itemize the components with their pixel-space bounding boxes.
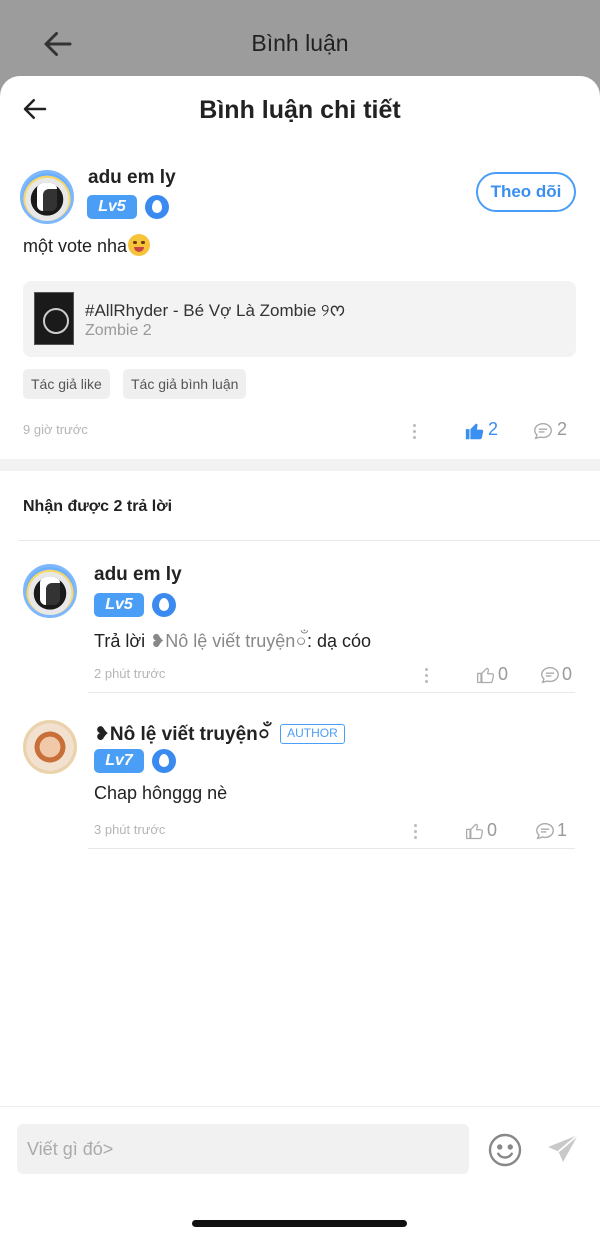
thumbs-up-icon[interactable] [476,665,496,685]
page-title: Bình luận chi tiết [199,96,401,124]
more-dots-icon[interactable] [424,666,430,686]
comment-text-body: một vote nha [23,236,128,256]
avatar[interactable] [23,720,77,774]
reply-text: Trả lời ❥Nô lệ viết truyện০ঁ: dạ cóo [94,627,371,658]
timestamp: 2 phút trước [94,666,166,681]
username[interactable]: ❥Nô lệ viết truyện০ঁ AUTHOR [94,720,345,752]
divider [18,540,600,541]
reply-count: 1 [557,820,568,840]
tag-author-comment: Tác giả bình luận [123,369,247,399]
section-separator [0,459,600,471]
avatar[interactable] [20,170,74,224]
follow-button[interactable]: Theo dõi [476,172,576,212]
thumbs-up-icon[interactable] [464,420,486,442]
more-dots-icon[interactable] [413,822,419,842]
timestamp: 3 phút trước [94,822,166,837]
level-badge: Lv7 [94,749,144,773]
comment-input-bar [0,1106,600,1178]
reply-prefix: Trả lời [94,631,151,651]
avatar[interactable] [23,564,77,618]
divider [88,848,575,849]
yum-emoji-icon [128,234,151,256]
username[interactable]: adu em ly [88,167,176,189]
home-indicator [192,1220,407,1227]
sheet-header: Bình luận chi tiết [0,76,600,144]
reply-meta: 3 phút trước 0 1 [0,818,600,848]
author-badge: AUTHOR [280,724,345,744]
replies-header: Nhận được 2 trả lời [23,498,173,515]
reply-body: : dạ cóo [307,631,372,651]
username[interactable]: adu em ly [94,564,182,586]
book-chapter: Zombie 2 [85,322,152,339]
smiley-icon[interactable] [487,1132,523,1168]
background-title: Bình luận [251,30,349,56]
like-count: 2 [488,419,499,439]
comment-icon[interactable] [532,420,554,442]
shield-icon [145,195,169,219]
reply-text: Chap hônggg nè [94,783,228,803]
book-card[interactable]: #AllRhyder - Bé Vợ Là Zombie ୨ᰔ Zombie 2 [23,281,576,357]
shield-icon [152,593,176,617]
divider [88,692,575,693]
comment-text: một vote nha [23,234,151,257]
send-icon[interactable] [544,1132,582,1168]
comment-input[interactable] [17,1124,469,1174]
level-badge: Lv5 [94,593,144,617]
reply-count: 2 [557,419,568,439]
shield-icon [152,749,176,773]
reply-count: 0 [562,664,573,684]
comment-detail-sheet: Bình luận chi tiết adu em ly Lv5 Theo dõ… [0,76,600,1241]
reply-target-user[interactable]: ❥Nô lệ viết truyện০ঁ [150,631,307,651]
username-text: ❥Nô lệ viết truyện০ঁ [94,724,271,745]
comment-icon[interactable] [539,664,561,686]
timestamp: 9 giờ trước [23,422,88,437]
book-cover [34,292,74,345]
like-count: 0 [498,664,509,684]
more-dots-icon[interactable] [412,422,418,442]
comment-icon[interactable] [534,820,556,842]
tag-author-like: Tác giả like [23,369,110,399]
level-badge: Lv5 [87,195,137,219]
reply-meta: 2 phút trước 0 0 [0,662,600,692]
comment-meta: 9 giờ trước 2 2 [0,418,600,448]
book-title: #AllRhyder - Bé Vợ Là Zombie ୨ᰔ [85,301,346,320]
thumbs-up-icon[interactable] [465,821,485,841]
like-count: 0 [487,820,498,840]
